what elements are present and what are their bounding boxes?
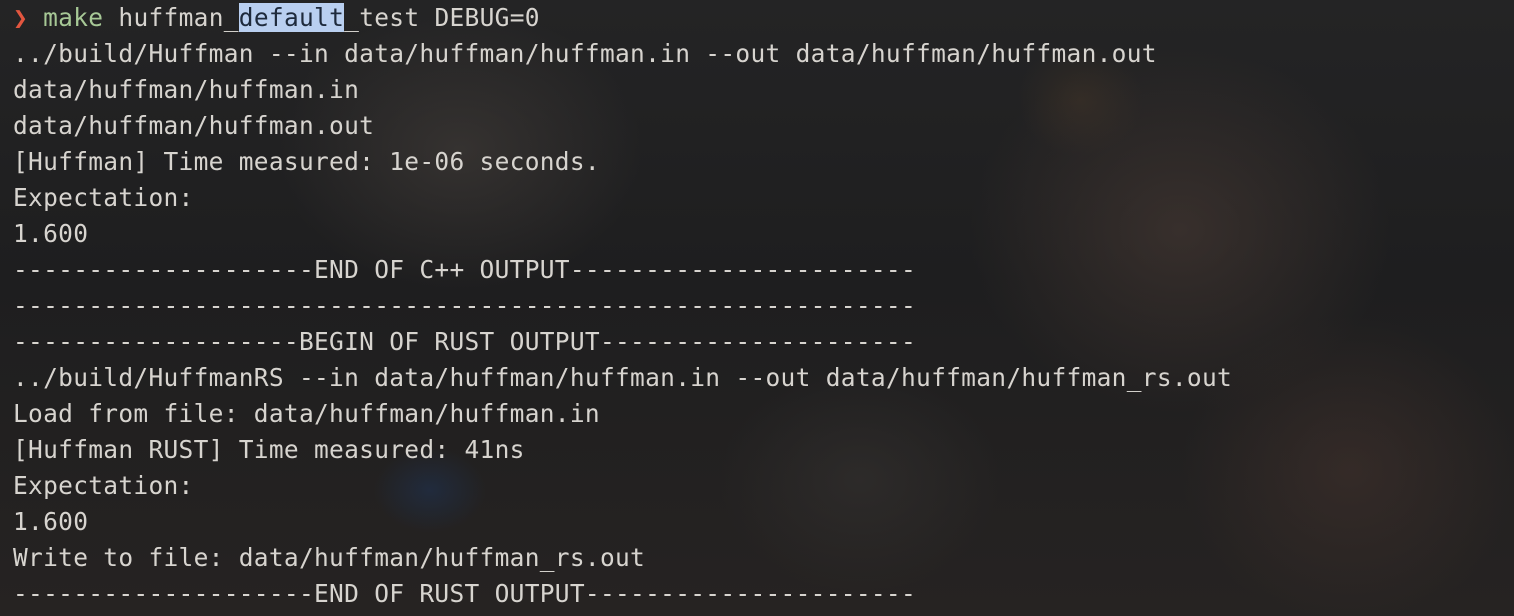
output-separator: --------------------END OF C++ OUTPUT---… [13,255,917,284]
prompt-chevron-icon: ❯ [13,3,29,32]
prompt-line: ❯ make huffman_default_test DEBUG=0 [13,0,1232,36]
output-separator: --------------------END OF RUST OUTPUT--… [13,579,917,608]
output-line: 1.600 [13,219,89,248]
output-separator: ----------------------------------------… [13,291,917,320]
command-arg-suffix: _test DEBUG=0 [344,3,540,32]
output-line: Expectation: [13,471,194,500]
output-line: [Huffman RUST] Time measured: 41ns [13,435,525,464]
output-line: data/huffman/huffman.out [13,111,375,140]
output-separator: -------------------BEGIN OF RUST OUTPUT-… [13,327,917,356]
output-line: 1.600 [13,507,89,536]
output-line: [Huffman] Time measured: 1e-06 seconds. [13,147,600,176]
output-line: Write to file: data/huffman/huffman_rs.o… [13,543,646,572]
output-line: Load from file: data/huffman/huffman.in [13,399,600,428]
selected-text[interactable]: default [238,3,345,32]
command-arg-prefix: huffman_ [118,3,239,32]
output-line: ../build/Huffman --in data/huffman/huffm… [13,39,1157,68]
command-name: make [43,3,104,32]
terminal-window[interactable]: ❯ make huffman_default_test DEBUG=0 ../b… [0,0,1514,616]
output-line: ../build/HuffmanRS --in data/huffman/huf… [13,363,1233,392]
output-line: data/huffman/huffman.in [13,75,360,104]
terminal-output[interactable]: ❯ make huffman_default_test DEBUG=0 ../b… [13,0,1232,612]
output-line: Expectation: [13,183,194,212]
